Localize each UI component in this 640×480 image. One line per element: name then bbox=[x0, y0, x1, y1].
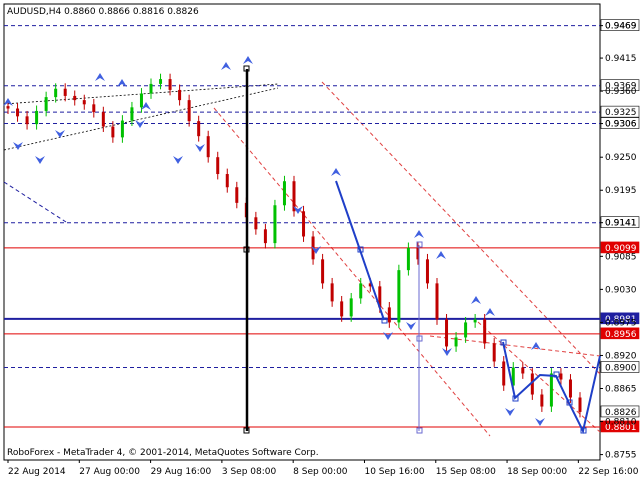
candle-body bbox=[473, 319, 477, 323]
candle-body bbox=[568, 379, 572, 398]
candle-body bbox=[139, 93, 143, 108]
candle-body bbox=[321, 259, 325, 284]
candle-body bbox=[101, 112, 105, 127]
x-tick-label: 3 Sep 08:00 bbox=[222, 467, 277, 477]
candle-body bbox=[540, 394, 544, 407]
price-level-label: 0.8956 bbox=[605, 330, 637, 340]
candle-body bbox=[178, 89, 182, 101]
x-tick-label: 10 Sep 16:00 bbox=[364, 467, 424, 477]
candle-body bbox=[340, 301, 344, 317]
candle-body bbox=[6, 106, 10, 109]
candle-body bbox=[254, 217, 258, 230]
candle-body bbox=[16, 108, 20, 117]
candle-body bbox=[435, 283, 439, 320]
price-chart[interactable]: 0.94690.93690.93250.93060.91410.90990.89… bbox=[0, 0, 640, 480]
candle-body bbox=[44, 97, 48, 111]
y-tick-label: 0.9415 bbox=[605, 54, 637, 64]
y-tick-label: 0.8865 bbox=[605, 385, 637, 395]
candle-body bbox=[521, 367, 525, 374]
candle-body bbox=[359, 283, 363, 299]
x-tick-label: 18 Sep 00:00 bbox=[507, 467, 567, 477]
candle-body bbox=[111, 126, 115, 138]
candle-body bbox=[387, 307, 391, 323]
x-tick-label: 29 Aug 16:00 bbox=[151, 467, 212, 477]
copyright-footer: RoboForex - MetaTrader 4, © 2001-2014, M… bbox=[7, 448, 319, 458]
y-tick-label: 0.9085 bbox=[605, 252, 637, 262]
y-tick-label: 0.8975 bbox=[605, 318, 637, 328]
candle-body bbox=[187, 100, 191, 122]
y-tick-label: 0.9306 bbox=[605, 120, 637, 130]
y-tick-label: 0.9469 bbox=[605, 22, 637, 32]
candle-body bbox=[330, 283, 334, 302]
candle-body bbox=[549, 373, 553, 407]
candle-body bbox=[282, 181, 286, 206]
candle-body bbox=[263, 229, 267, 244]
candle-body bbox=[502, 361, 506, 386]
price-level-label: 0.9325 bbox=[605, 108, 637, 118]
candle-body bbox=[35, 110, 39, 125]
y-tick-label: 0.8810 bbox=[605, 418, 637, 428]
x-tick-label: 15 Sep 08:00 bbox=[436, 467, 496, 477]
candle-body bbox=[63, 88, 67, 96]
y-tick-label: 0.8920 bbox=[605, 351, 637, 361]
candle-body bbox=[92, 104, 96, 113]
x-tick-label: 27 Aug 00:00 bbox=[79, 467, 140, 477]
candle-body bbox=[349, 298, 353, 317]
y-tick-label: 0.9030 bbox=[605, 285, 637, 295]
candle-body bbox=[73, 95, 77, 101]
candle-body bbox=[159, 79, 163, 84]
candle-body bbox=[578, 397, 582, 412]
y-tick-label: 0.9360 bbox=[605, 87, 637, 97]
price-level-label: 0.8826 bbox=[605, 408, 637, 418]
candle-body bbox=[235, 187, 239, 203]
y-tick-label: 0.9141 bbox=[605, 219, 637, 229]
candle-body bbox=[302, 211, 306, 237]
candle-body bbox=[82, 100, 86, 105]
price-level-label: 0.8900 bbox=[605, 363, 637, 373]
y-tick-label: 0.9195 bbox=[605, 186, 637, 196]
candle-body bbox=[406, 247, 410, 271]
x-tick-label: 22 Aug 2014 bbox=[8, 467, 66, 477]
candle-body bbox=[425, 259, 429, 284]
y-tick-label: 0.9250 bbox=[605, 153, 637, 163]
candle-body bbox=[454, 337, 458, 347]
candle-body bbox=[197, 121, 201, 137]
candle-body bbox=[397, 270, 401, 323]
x-tick-label: 8 Sep 00:00 bbox=[293, 467, 348, 477]
y-tick-label: 0.8755 bbox=[605, 451, 637, 461]
candle-body bbox=[483, 319, 487, 344]
candle-body bbox=[168, 79, 172, 90]
candle-body bbox=[559, 373, 563, 380]
candle-body bbox=[149, 83, 153, 94]
candle-body bbox=[54, 88, 58, 98]
symbol-header: AUDUSD,H4 0.8860 0.8866 0.8816 0.8826 bbox=[7, 7, 199, 17]
candle-body bbox=[492, 343, 496, 362]
candle-body bbox=[225, 174, 229, 188]
candle-body bbox=[216, 157, 220, 175]
chart-window[interactable]: 0.9469 0.9369 0.9325 0.9306 0.9141 0.9099 0.89… bbox=[0, 0, 640, 480]
candle-body bbox=[273, 205, 277, 244]
candle-body bbox=[445, 319, 449, 347]
candle-body bbox=[130, 107, 134, 121]
candle-body bbox=[120, 120, 124, 138]
candle-body bbox=[25, 116, 29, 125]
candle-body bbox=[206, 136, 210, 158]
x-tick-label: 22 Sep 16:00 bbox=[578, 467, 638, 477]
candle-body bbox=[464, 322, 468, 338]
